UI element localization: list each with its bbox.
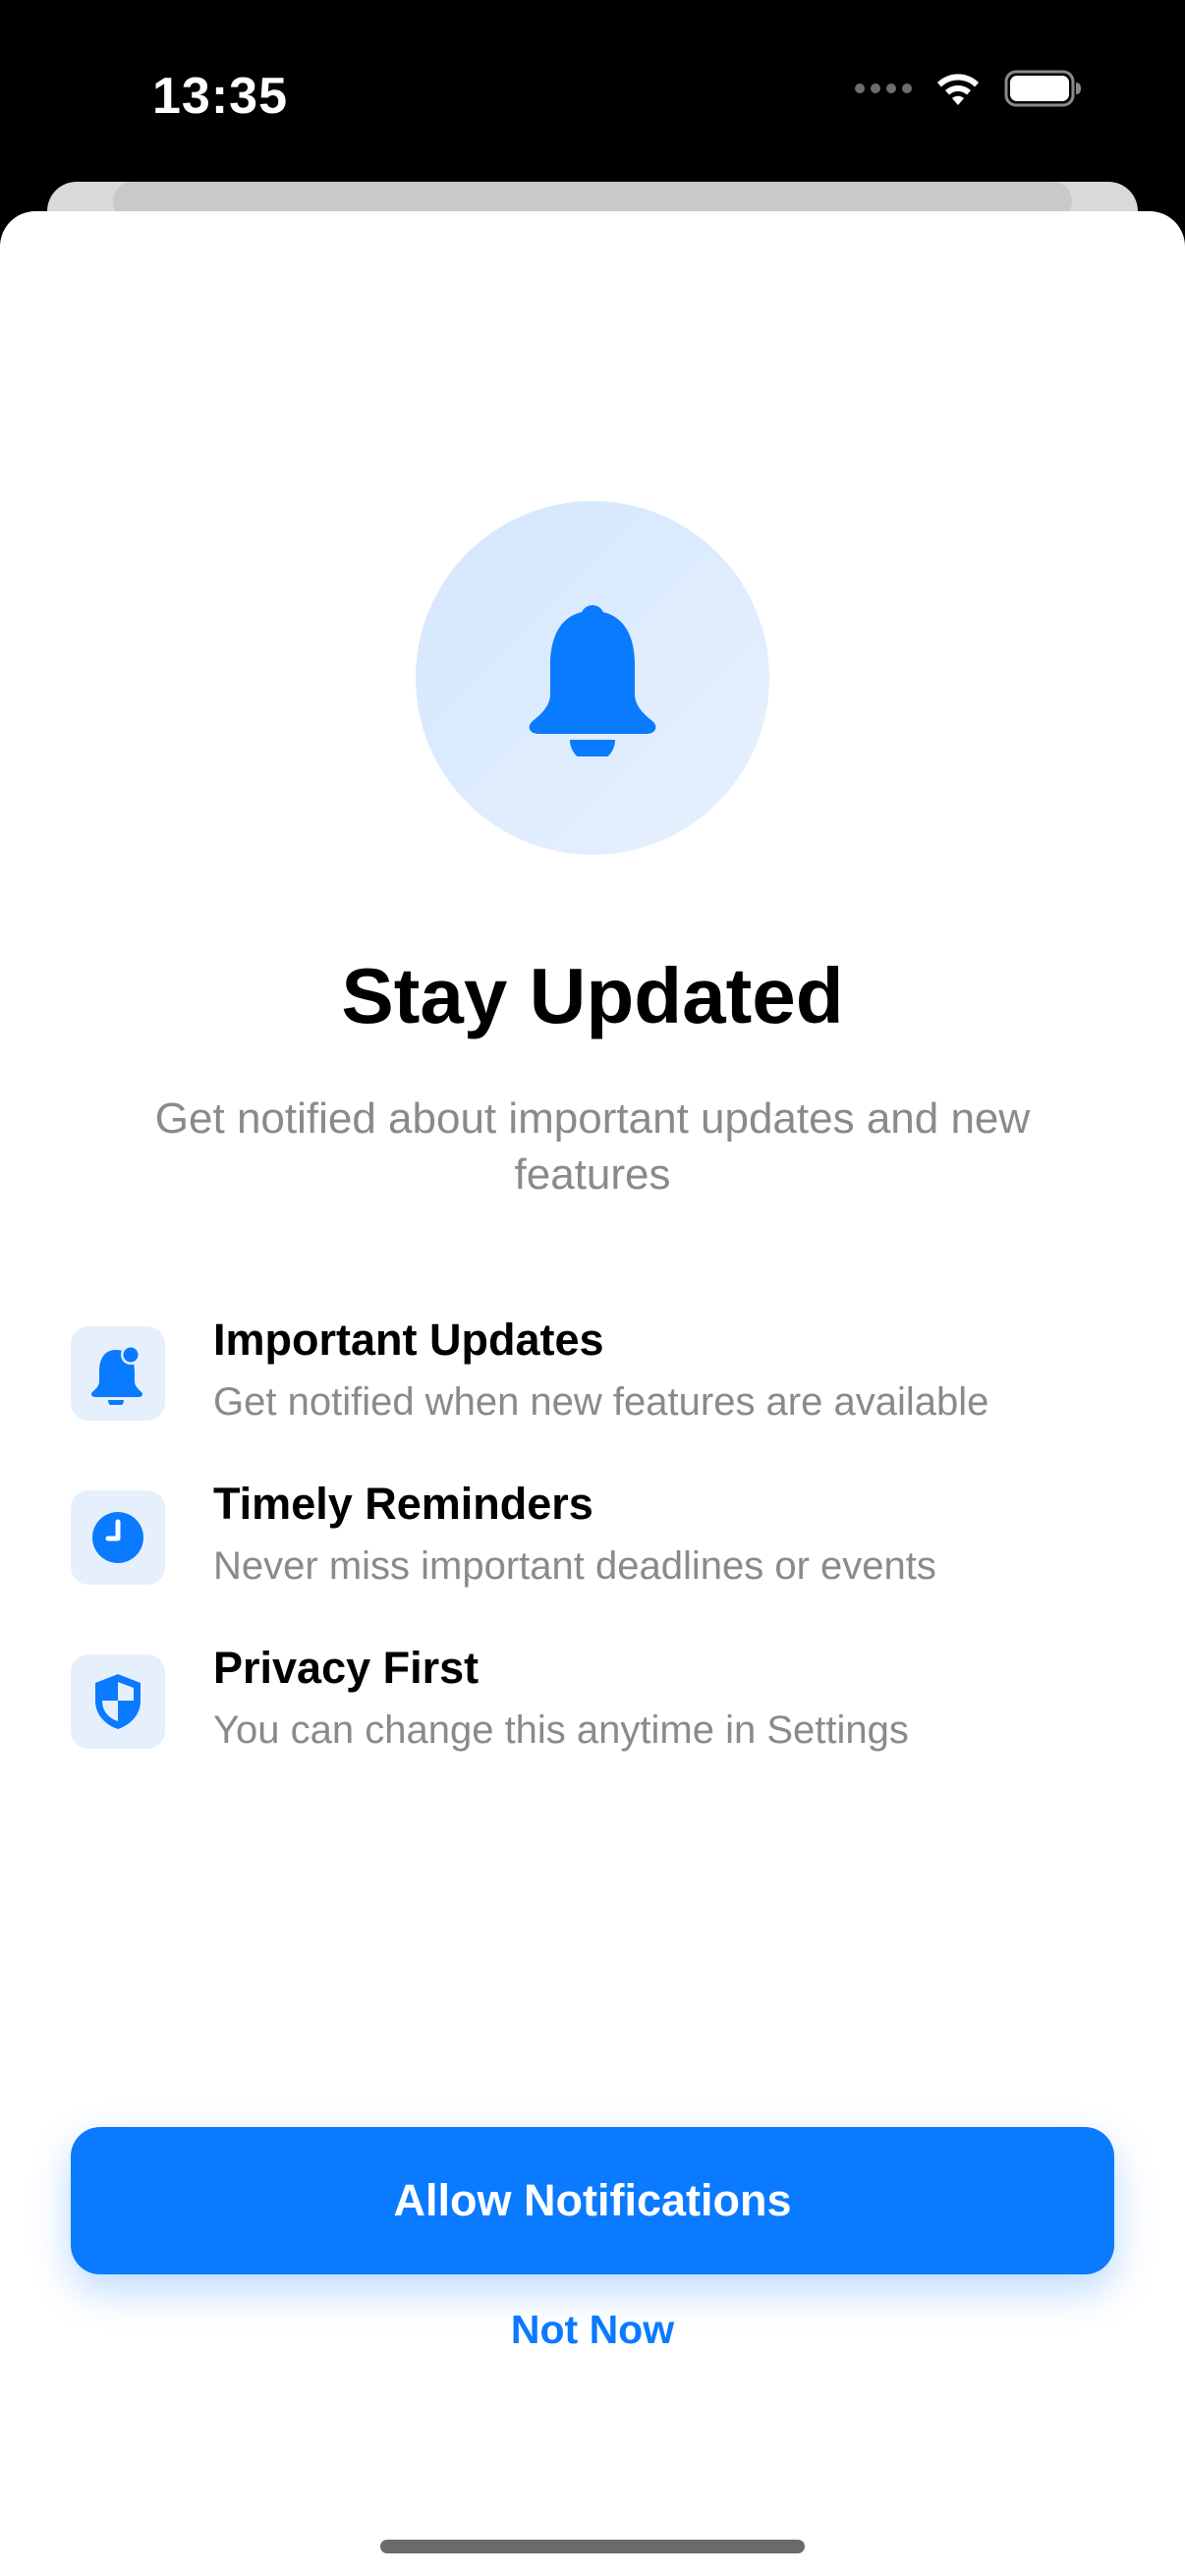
feature-item-important-updates: Important Updates Get notified when new … <box>71 1307 1132 1471</box>
feature-title: Important Updates <box>213 1315 604 1365</box>
hero-icon-circle <box>416 501 769 855</box>
feature-title: Privacy First <box>213 1643 480 1693</box>
home-indicator[interactable] <box>380 2540 805 2553</box>
not-now-button[interactable]: Not Now <box>0 2307 1185 2353</box>
feature-description: Never miss important deadlines or events <box>213 1544 936 1588</box>
feature-list: Important Updates Get notified when new … <box>71 1307 1132 1799</box>
feature-item-privacy-first: Privacy First You can change this anytim… <box>71 1635 1132 1799</box>
page-title: Stay Updated <box>341 952 844 1039</box>
bell-badge-icon <box>71 1326 165 1421</box>
feature-title: Timely Reminders <box>213 1479 593 1529</box>
page-subtitle: Get notified about important updates and… <box>154 1094 1031 1199</box>
cellular-signal-icon <box>855 84 912 93</box>
allow-notifications-button[interactable]: Allow Notifications <box>71 2127 1114 2274</box>
feature-description: Get notified when new features are avail… <box>213 1380 989 1424</box>
screen: 13:35 Stay Updated Get notified about im… <box>0 0 1185 2576</box>
feature-description: You can change this anytime in Settings <box>213 1708 909 1752</box>
battery-icon <box>1004 70 1081 107</box>
status-time: 13:35 <box>152 68 288 125</box>
bell-icon <box>529 605 656 756</box>
feature-item-timely-reminders: Timely Reminders Never miss important de… <box>71 1471 1132 1635</box>
status-icons <box>855 69 1083 108</box>
clock-icon <box>71 1490 165 1585</box>
wifi-icon <box>937 74 979 105</box>
shield-icon <box>71 1654 165 1749</box>
